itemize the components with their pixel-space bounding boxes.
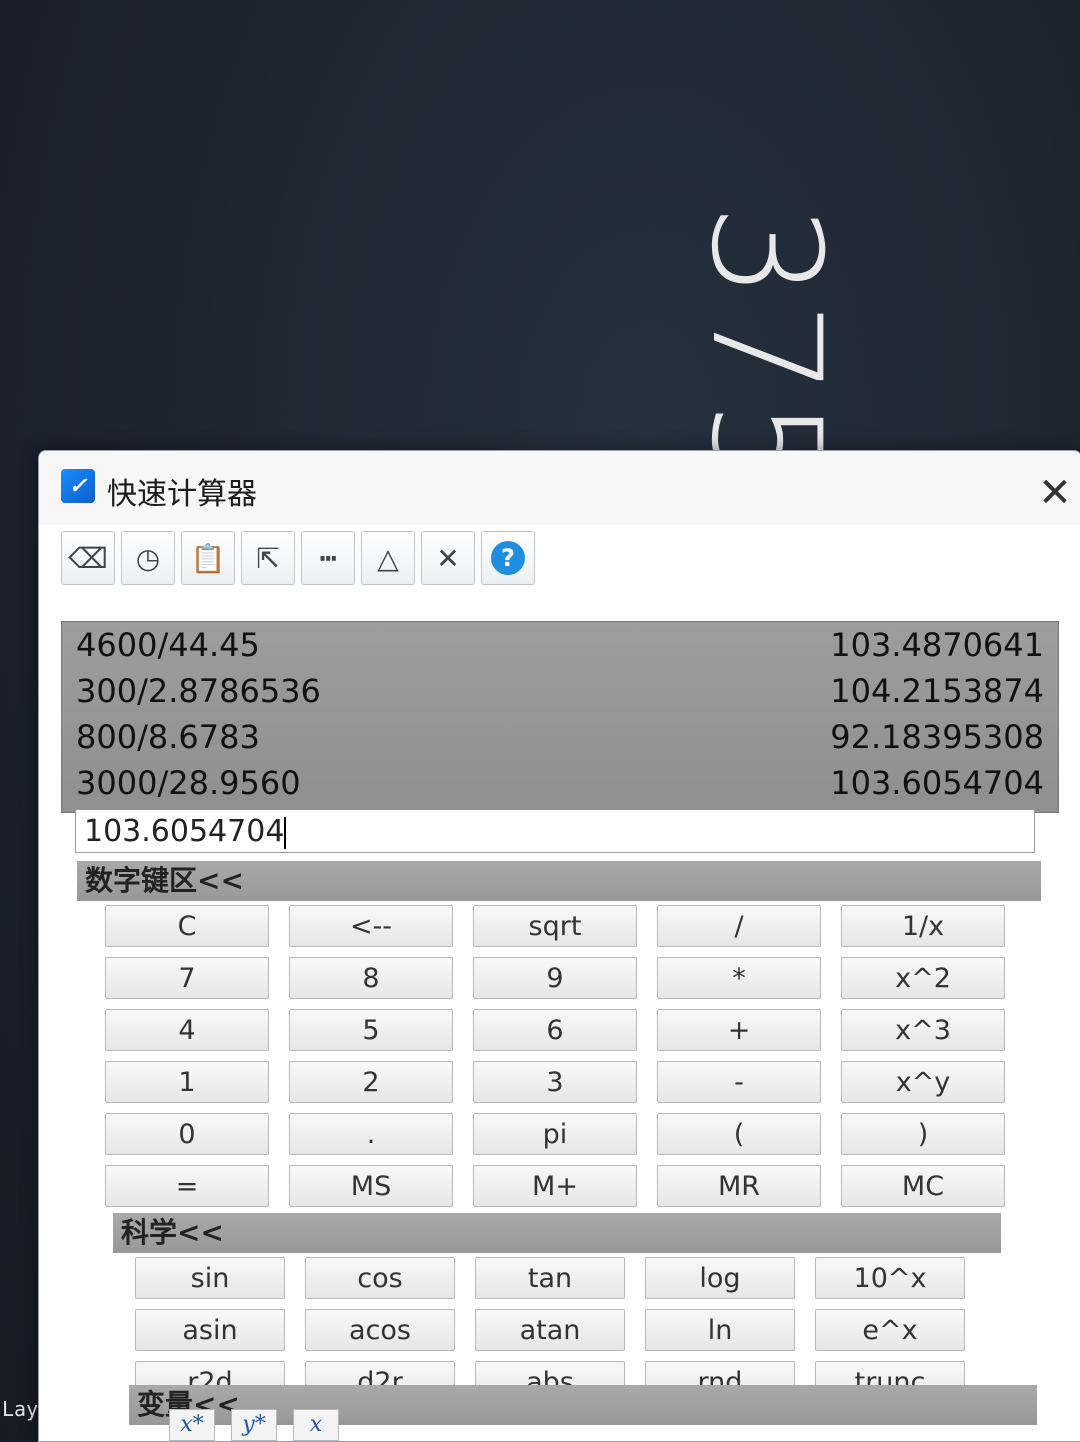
- paste-button[interactable]: 📋: [181, 531, 235, 585]
- numpad-key[interactable]: 8: [289, 957, 453, 999]
- science-key[interactable]: 10^x: [815, 1257, 965, 1299]
- history-result: 103.4870641: [830, 626, 1044, 664]
- numpad-key[interactable]: /: [657, 905, 821, 947]
- pick-point-button[interactable]: ⇱: [241, 531, 295, 585]
- help-button[interactable]: ?: [481, 531, 535, 585]
- app-logo-icon: ✓: [61, 469, 95, 503]
- quick-calculator-window: ✓ 快速计算器 ✕ ⌫ ◷ 📋 ⇱ ┅ △ ✕? 4600/44.45 103.4870641…: [38, 450, 1080, 1442]
- history-row[interactable]: 300/2.8786536 104.2153874: [62, 668, 1058, 714]
- measure-distance-button[interactable]: ┅: [301, 531, 355, 585]
- science-key[interactable]: ln: [645, 1309, 795, 1351]
- input-value: 103.6054704: [84, 814, 285, 849]
- numpad-key[interactable]: +: [657, 1009, 821, 1051]
- close-button[interactable]: ✕: [1033, 471, 1077, 515]
- numpad-key[interactable]: *: [657, 957, 821, 999]
- variable-button[interactable]: x*: [169, 1409, 215, 1441]
- numpad-key[interactable]: x^3: [841, 1009, 1005, 1051]
- history-row[interactable]: 4600/44.45 103.4870641: [62, 622, 1058, 668]
- history-list: 4600/44.45 103.4870641 300/2.8786536 104.21…: [61, 621, 1059, 813]
- history-expression: 300/2.8786536: [76, 672, 321, 710]
- numpad-key[interactable]: pi: [473, 1113, 637, 1155]
- numpad-key[interactable]: 7: [105, 957, 269, 999]
- science-key[interactable]: tan: [475, 1257, 625, 1299]
- numpad-key[interactable]: x^y: [841, 1061, 1005, 1103]
- science-grid: sin cos tan log 10^x asin acos atan ln e^x r2d d2r a…: [135, 1257, 965, 1403]
- history-row[interactable]: 3000/28.9560 103.6054704: [62, 760, 1058, 806]
- history-clock-icon: ◷: [135, 541, 161, 575]
- clear-button[interactable]: ✕: [421, 531, 475, 585]
- numpad-key[interactable]: <--: [289, 905, 453, 947]
- history-result: 103.6054704: [830, 764, 1044, 802]
- history-expression: 800/8.6783: [76, 718, 260, 756]
- science-key[interactable]: atan: [475, 1309, 625, 1351]
- science-key[interactable]: e^x: [815, 1309, 965, 1351]
- numpad-key[interactable]: =: [105, 1165, 269, 1207]
- cad-dimension-text: 375: [678, 203, 852, 497]
- numpad-key[interactable]: C: [105, 905, 269, 947]
- text-caret: [284, 816, 287, 849]
- numpad-key[interactable]: ): [841, 1113, 1005, 1155]
- numpad-key[interactable]: MR: [657, 1165, 821, 1207]
- numpad-key[interactable]: 4: [105, 1009, 269, 1051]
- numpad-key[interactable]: x^2: [841, 957, 1005, 999]
- title-bar[interactable]: ✓ 快速计算器 ✕: [39, 451, 1080, 525]
- science-key[interactable]: cos: [305, 1257, 455, 1299]
- variable-button[interactable]: y*: [231, 1409, 277, 1441]
- numpad-key[interactable]: 3: [473, 1061, 637, 1103]
- history-result: 92.18395308: [830, 718, 1044, 756]
- measure-distance-icon: ┅: [319, 541, 337, 575]
- eraser-button[interactable]: ⌫: [61, 531, 115, 585]
- science-key[interactable]: acos: [305, 1309, 455, 1351]
- numpad-key[interactable]: sqrt: [473, 905, 637, 947]
- numpad-key[interactable]: MS: [289, 1165, 453, 1207]
- variables-row: x* y* x: [169, 1409, 339, 1441]
- history-clock-button[interactable]: ◷: [121, 531, 175, 585]
- numpad-key[interactable]: 2: [289, 1061, 453, 1103]
- angle-icon: △: [377, 541, 399, 575]
- science-section-header[interactable]: 科学<<: [113, 1213, 1001, 1253]
- help-icon: ?: [491, 541, 525, 575]
- numpad-key[interactable]: .: [289, 1113, 453, 1155]
- numpad-key[interactable]: 9: [473, 957, 637, 999]
- numpad-key[interactable]: MC: [841, 1165, 1005, 1207]
- numpad-key[interactable]: -: [657, 1061, 821, 1103]
- pick-point-icon: ⇱: [256, 541, 280, 575]
- numpad-key[interactable]: (: [657, 1113, 821, 1155]
- history-result: 104.2153874: [830, 672, 1044, 710]
- eraser-icon: ⌫: [68, 541, 108, 575]
- history-row[interactable]: 800/8.6783 92.18395308: [62, 714, 1058, 760]
- numpad-key[interactable]: M+: [473, 1165, 637, 1207]
- angle-button[interactable]: △: [361, 531, 415, 585]
- numpad-key[interactable]: 1/x: [841, 905, 1005, 947]
- science-key[interactable]: sin: [135, 1257, 285, 1299]
- numpad-grid: C <-- sqrt / 1/x 7 8 9 * x^2 4 5 6 + x^3 1 2 3- x^y 0. pi () =…: [105, 905, 1005, 1207]
- clear-icon: ✕: [436, 541, 460, 575]
- variable-button[interactable]: x: [293, 1409, 339, 1441]
- history-expression: 4600/44.45: [76, 626, 260, 664]
- science-key[interactable]: log: [645, 1257, 795, 1299]
- numpad-key[interactable]: 5: [289, 1009, 453, 1051]
- history-expression: 3000/28.9560: [76, 764, 301, 802]
- expression-input[interactable]: 103.6054704: [75, 809, 1035, 853]
- paste-icon: 📋: [190, 541, 226, 575]
- window-title: 快速计算器: [107, 477, 257, 512]
- numpad-section-header[interactable]: 数字键区<<: [77, 861, 1041, 901]
- science-key[interactable]: asin: [135, 1309, 285, 1351]
- numpad-key[interactable]: 0: [105, 1113, 269, 1155]
- numpad-key[interactable]: 6: [473, 1009, 637, 1051]
- toolbar: ⌫ ◷ 📋 ⇱ ┅ △ ✕?: [61, 531, 535, 589]
- numpad-key[interactable]: 1: [105, 1061, 269, 1103]
